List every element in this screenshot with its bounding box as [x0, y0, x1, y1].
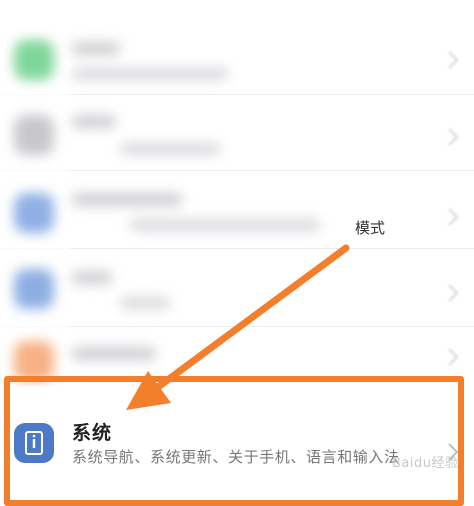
settings-item-blurred-1[interactable] — [0, 0, 474, 94]
chevron-right-icon — [448, 51, 459, 69]
settings-item-blurred-4[interactable] — [0, 249, 474, 326]
settings-screen: 系统 系统导航、系统更新、关于手机、语言和输入法 模式 Baidu经验 — [0, 0, 474, 506]
app-icon — [14, 341, 54, 381]
app-icon — [14, 40, 54, 80]
app-icon — [14, 193, 54, 233]
highlight-box — [4, 376, 464, 506]
app-icon — [14, 115, 54, 155]
settings-item-blurred-3[interactable] — [0, 171, 474, 248]
settings-item-blurred-2[interactable] — [0, 95, 474, 170]
mode-label: 模式 — [355, 219, 386, 237]
watermark: Baidu经验 — [392, 456, 459, 471]
chevron-right-icon — [448, 348, 459, 366]
app-icon — [14, 269, 54, 309]
chevron-right-icon — [448, 208, 459, 226]
chevron-right-icon — [448, 128, 459, 146]
chevron-right-icon — [448, 284, 459, 302]
